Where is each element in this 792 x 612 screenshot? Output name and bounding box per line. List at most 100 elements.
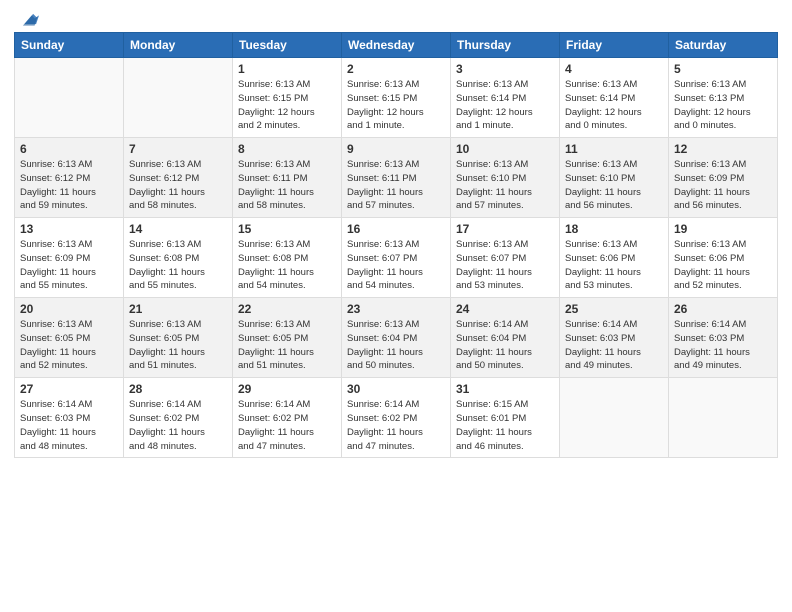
day-info: Sunrise: 6:15 AM Sunset: 6:01 PM Dayligh… [456,398,554,453]
day-info: Sunrise: 6:13 AM Sunset: 6:10 PM Dayligh… [565,158,663,213]
day-info: Sunrise: 6:13 AM Sunset: 6:14 PM Dayligh… [565,78,663,133]
day-info: Sunrise: 6:13 AM Sunset: 6:11 PM Dayligh… [238,158,336,213]
calendar-cell: 14 Sunrise: 6:13 AM Sunset: 6:08 PM Dayli… [124,218,233,298]
calendar-cell: 9 Sunrise: 6:13 AM Sunset: 6:11 PM Daylig… [342,138,451,218]
day-info: Sunrise: 6:14 AM Sunset: 6:03 PM Dayligh… [674,318,772,373]
calendar-cell: 27 Sunrise: 6:14 AM Sunset: 6:03 PM Dayli… [15,378,124,458]
day-info: Sunrise: 6:14 AM Sunset: 6:02 PM Dayligh… [238,398,336,453]
calendar-week-row: 1 Sunrise: 6:13 AM Sunset: 6:15 PM Daylig… [15,58,778,138]
calendar-cell: 17Sunrise: 6:13 AM Sunset: 6:07 PM Dayli… [451,218,560,298]
day-info: Sunrise: 6:13 AM Sunset: 6:15 PM Dayligh… [347,78,445,133]
day-number: 8 [238,142,336,156]
calendar-cell [560,378,669,458]
day-number: 2 [347,62,445,76]
day-info: Sunrise: 6:13 AM Sunset: 6:08 PM Dayligh… [238,238,336,293]
calendar-cell: 28Sunrise: 6:14 AM Sunset: 6:02 PM Dayli… [124,378,233,458]
calendar-cell: 23 Sunrise: 6:13 AM Sunset: 6:04 PM Dayli… [342,298,451,378]
calendar-cell: 24 Sunrise: 6:14 AM Sunset: 6:04 PM Dayli… [451,298,560,378]
calendar-cell: 18 Sunrise: 6:13 AM Sunset: 6:06 PM Dayli… [560,218,669,298]
day-number: 25 [565,302,663,316]
day-number: 19 [674,222,772,236]
calendar-cell: 30 Sunrise: 6:14 AM Sunset: 6:02 PM Dayli… [342,378,451,458]
day-number: 3 [456,62,554,76]
day-info: Sunrise: 6:13 AM Sunset: 6:11 PM Dayligh… [347,158,445,213]
day-number: 13 [20,222,118,236]
day-number: 20 [20,302,118,316]
calendar-cell: 2 Sunrise: 6:13 AM Sunset: 6:15 PM Daylig… [342,58,451,138]
day-number: 6 [20,142,118,156]
calendar-cell: 25 Sunrise: 6:14 AM Sunset: 6:03 PM Dayli… [560,298,669,378]
day-info: Sunrise: 6:14 AM Sunset: 6:02 PM Dayligh… [129,398,227,453]
calendar-cell: 1 Sunrise: 6:13 AM Sunset: 6:15 PM Daylig… [233,58,342,138]
day-number: 26 [674,302,772,316]
weekday-header-saturday: Saturday [669,33,778,58]
day-info: Sunrise: 6:13 AM Sunset: 6:09 PM Dayligh… [20,238,118,293]
calendar-cell: 8 Sunrise: 6:13 AM Sunset: 6:11 PM Daylig… [233,138,342,218]
day-number: 4 [565,62,663,76]
calendar-week-row: 6 Sunrise: 6:13 AM Sunset: 6:12 PM Daylig… [15,138,778,218]
day-info: Sunrise: 6:14 AM Sunset: 6:02 PM Dayligh… [347,398,445,453]
weekday-header-monday: Monday [124,33,233,58]
day-info: Sunrise: 6:13 AM Sunset: 6:06 PM Dayligh… [674,238,772,293]
calendar-cell: 19 Sunrise: 6:13 AM Sunset: 6:06 PM Dayli… [669,218,778,298]
calendar-cell: 26 Sunrise: 6:14 AM Sunset: 6:03 PM Dayli… [669,298,778,378]
day-info: Sunrise: 6:13 AM Sunset: 6:13 PM Dayligh… [674,78,772,133]
calendar-cell: 5 Sunrise: 6:13 AM Sunset: 6:13 PM Daylig… [669,58,778,138]
calendar-week-row: 27 Sunrise: 6:14 AM Sunset: 6:03 PM Dayli… [15,378,778,458]
day-number: 27 [20,382,118,396]
calendar-cell: 15 Sunrise: 6:13 AM Sunset: 6:08 PM Dayli… [233,218,342,298]
day-number: 1 [238,62,336,76]
day-number: 7 [129,142,227,156]
weekday-header-thursday: Thursday [451,33,560,58]
day-number: 11 [565,142,663,156]
day-info: Sunrise: 6:13 AM Sunset: 6:07 PM Dayligh… [456,238,554,293]
day-info: Sunrise: 6:13 AM Sunset: 6:07 PM Dayligh… [347,238,445,293]
day-info: Sunrise: 6:13 AM Sunset: 6:12 PM Dayligh… [20,158,118,213]
day-info: Sunrise: 6:14 AM Sunset: 6:03 PM Dayligh… [565,318,663,373]
day-info: Sunrise: 6:13 AM Sunset: 6:06 PM Dayligh… [565,238,663,293]
calendar-cell: 11 Sunrise: 6:13 AM Sunset: 6:10 PM Dayli… [560,138,669,218]
day-info: Sunrise: 6:13 AM Sunset: 6:08 PM Dayligh… [129,238,227,293]
page: SundayMondayTuesdayWednesdayThursdayFrid… [0,0,792,612]
day-info: Sunrise: 6:13 AM Sunset: 6:10 PM Dayligh… [456,158,554,213]
day-number: 16 [347,222,445,236]
calendar-cell [124,58,233,138]
day-number: 18 [565,222,663,236]
weekday-header-tuesday: Tuesday [233,33,342,58]
day-number: 24 [456,302,554,316]
weekday-header-sunday: Sunday [15,33,124,58]
day-number: 12 [674,142,772,156]
day-info: Sunrise: 6:13 AM Sunset: 6:09 PM Dayligh… [674,158,772,213]
calendar-cell: 16 Sunrise: 6:13 AM Sunset: 6:07 PM Dayli… [342,218,451,298]
day-number: 21 [129,302,227,316]
calendar-cell [15,58,124,138]
calendar-cell: 31 Sunrise: 6:15 AM Sunset: 6:01 PM Dayli… [451,378,560,458]
calendar-cell: 6 Sunrise: 6:13 AM Sunset: 6:12 PM Daylig… [15,138,124,218]
calendar-cell: 12 Sunrise: 6:13 AM Sunset: 6:09 PM Dayli… [669,138,778,218]
day-info: Sunrise: 6:13 AM Sunset: 6:12 PM Dayligh… [129,158,227,213]
calendar-cell: 10Sunrise: 6:13 AM Sunset: 6:10 PM Dayli… [451,138,560,218]
day-number: 23 [347,302,445,316]
calendar-cell: 3 Sunrise: 6:13 AM Sunset: 6:14 PM Daylig… [451,58,560,138]
day-info: Sunrise: 6:13 AM Sunset: 6:05 PM Dayligh… [20,318,118,373]
day-number: 15 [238,222,336,236]
calendar-week-row: 13 Sunrise: 6:13 AM Sunset: 6:09 PM Dayli… [15,218,778,298]
calendar-cell: 22Sunrise: 6:13 AM Sunset: 6:05 PM Dayli… [233,298,342,378]
logo [14,10,39,24]
calendar-cell: 7 Sunrise: 6:13 AM Sunset: 6:12 PM Daylig… [124,138,233,218]
day-number: 31 [456,382,554,396]
day-info: Sunrise: 6:13 AM Sunset: 6:14 PM Dayligh… [456,78,554,133]
calendar-table: SundayMondayTuesdayWednesdayThursdayFrid… [14,32,778,458]
day-number: 29 [238,382,336,396]
day-number: 5 [674,62,772,76]
day-info: Sunrise: 6:13 AM Sunset: 6:04 PM Dayligh… [347,318,445,373]
day-info: Sunrise: 6:13 AM Sunset: 6:05 PM Dayligh… [129,318,227,373]
day-number: 22 [238,302,336,316]
calendar-cell: 29 Sunrise: 6:14 AM Sunset: 6:02 PM Dayli… [233,378,342,458]
day-info: Sunrise: 6:14 AM Sunset: 6:03 PM Dayligh… [20,398,118,453]
day-number: 14 [129,222,227,236]
day-number: 30 [347,382,445,396]
day-info: Sunrise: 6:14 AM Sunset: 6:04 PM Dayligh… [456,318,554,373]
day-number: 9 [347,142,445,156]
day-info: Sunrise: 6:13 AM Sunset: 6:15 PM Dayligh… [238,78,336,133]
